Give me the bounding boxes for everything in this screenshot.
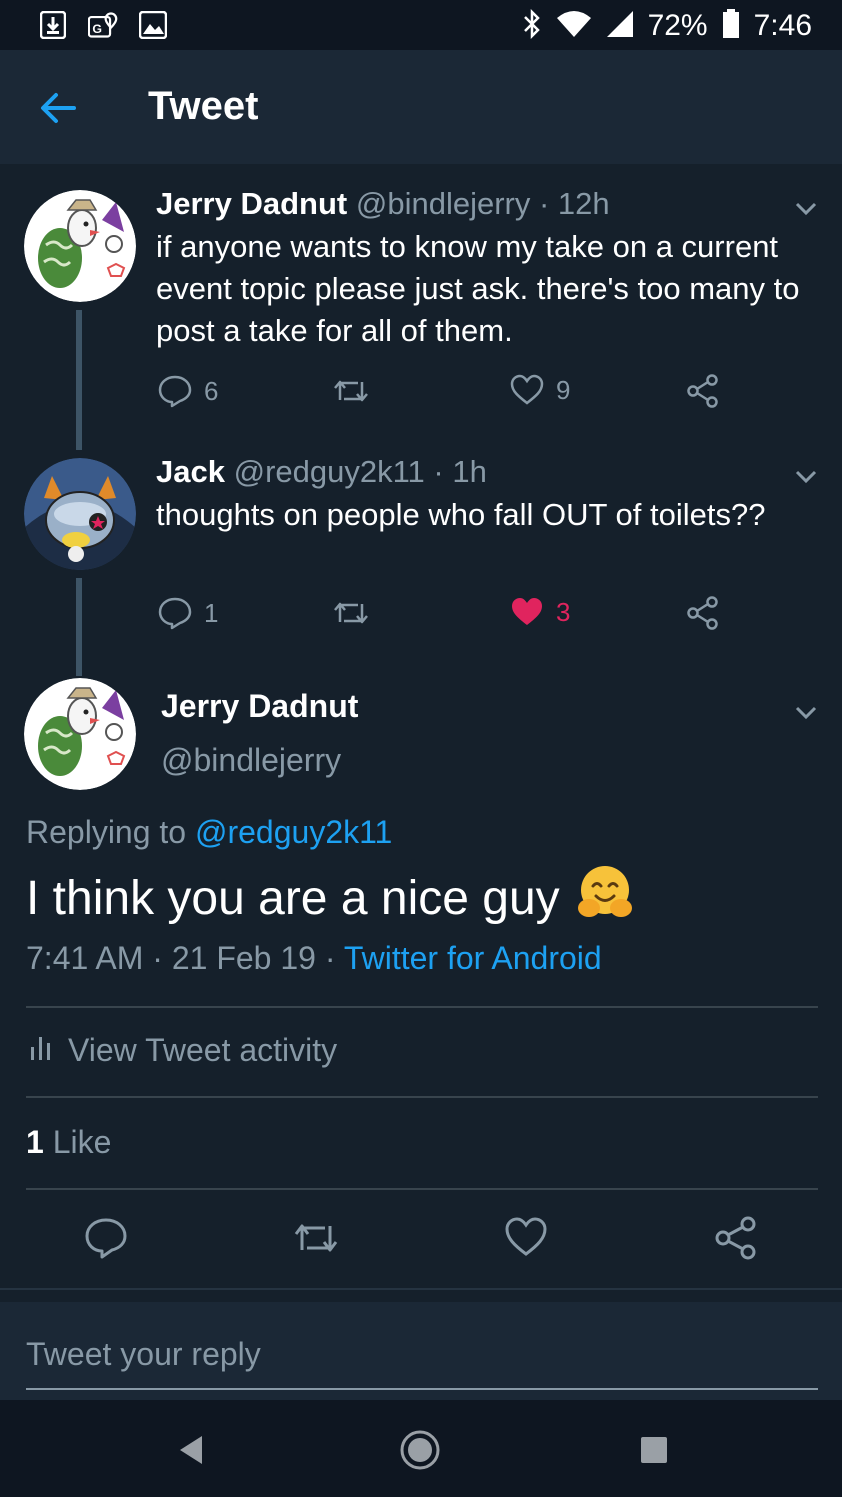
share-icon <box>686 374 720 408</box>
bar-chart-icon <box>30 1032 52 1069</box>
likes-label: Like <box>52 1124 112 1160</box>
separator-dot: · <box>433 454 444 489</box>
author-name[interactable]: Jack <box>156 454 225 489</box>
like-count: 3 <box>556 596 571 627</box>
retweet-button[interactable] <box>332 374 370 408</box>
retweet-icon <box>332 596 370 630</box>
reply-count: 1 <box>204 597 219 628</box>
chevron-down-icon[interactable] <box>792 698 820 726</box>
maps-icon: G <box>88 10 118 40</box>
author-name[interactable]: Jerry Dadnut <box>161 688 358 725</box>
retweet-icon[interactable] <box>292 1216 338 1260</box>
reply-composer: Tweet your reply <box>0 1288 842 1402</box>
share-button[interactable] <box>686 596 720 630</box>
nav-back-icon[interactable] <box>172 1428 216 1472</box>
page-title: Tweet <box>148 84 259 128</box>
avatar[interactable] <box>24 190 136 302</box>
chevron-down-icon[interactable] <box>792 194 820 222</box>
svg-text:G: G <box>92 22 102 36</box>
like-count: 9 <box>556 374 571 405</box>
reply-count: 6 <box>204 375 219 406</box>
tweet-text: thoughts on people who fall OUT of toile… <box>156 497 766 532</box>
share-icon[interactable] <box>714 1216 758 1260</box>
signal-icon <box>606 10 634 43</box>
tweet-time: 12h <box>557 186 610 221</box>
replying-to: Replying to @redguy2k11 <box>26 814 392 851</box>
tweet-text: if anyone wants to know my take on a cur… <box>156 229 800 348</box>
heart-filled-icon <box>510 596 544 628</box>
reply-button[interactable]: 1 <box>158 596 218 630</box>
battery-icon <box>722 8 740 44</box>
divider <box>26 1096 818 1098</box>
share-button[interactable] <box>686 374 720 408</box>
author-handle[interactable]: @bindlejerry <box>161 742 341 779</box>
hugging-face-icon <box>576 864 634 932</box>
client-link[interactable]: Twitter for Android <box>344 940 602 976</box>
reply-icon[interactable] <box>84 1216 128 1260</box>
heart-icon <box>510 374 544 406</box>
separator-dot: · <box>324 940 336 976</box>
tweet-text: I think you are a nice guy <box>26 871 560 925</box>
status-bar: G 72% 7:46 <box>0 0 842 50</box>
back-arrow-icon[interactable] <box>36 86 80 130</box>
image-icon <box>138 10 168 40</box>
likes-summary[interactable]: 1 Like <box>26 1124 111 1161</box>
retweet-button[interactable] <box>332 596 370 630</box>
top-bar: Tweet <box>0 50 842 164</box>
bluetooth-icon <box>522 8 542 44</box>
thread-line <box>76 310 82 450</box>
thread-line <box>76 578 82 676</box>
chevron-down-icon[interactable] <box>792 462 820 490</box>
divider <box>26 1188 818 1190</box>
nav-recents-icon[interactable] <box>632 1428 676 1472</box>
tweet-text-row: I think you are a nice guy <box>26 864 634 932</box>
tweet-meta: 7:41 AM · 21 Feb 19 · Twitter for Androi… <box>26 940 602 977</box>
nav-home-icon[interactable] <box>398 1428 442 1472</box>
download-icon <box>38 10 68 40</box>
author-name[interactable]: Jerry Dadnut <box>156 186 347 221</box>
replying-label: Replying to <box>26 814 187 850</box>
tweet-date: 21 Feb 19 <box>171 940 316 976</box>
reply-icon <box>158 596 192 630</box>
activity-label: View Tweet activity <box>68 1032 338 1068</box>
tweet-time: 1h <box>452 454 487 489</box>
battery-percent: 72% <box>647 9 708 42</box>
heart-icon[interactable] <box>504 1216 548 1260</box>
author-handle[interactable]: @redguy2k11 <box>234 454 425 489</box>
system-nav-bar <box>0 1400 842 1497</box>
tweet-header: Jack @redguy2k11 · 1h <box>156 454 487 490</box>
wifi-icon <box>556 10 592 43</box>
tweet-header: Jerry Dadnut @bindlejerry · 12h <box>156 186 610 222</box>
reply-input[interactable]: Tweet your reply <box>26 1336 261 1373</box>
reply-box[interactable]: Tweet your reply <box>0 1302 842 1402</box>
divider <box>26 1006 818 1008</box>
likes-count: 1 <box>26 1124 44 1160</box>
reply-underline <box>26 1388 818 1390</box>
reply-button[interactable]: 6 <box>158 374 218 408</box>
like-button[interactable]: 9 <box>510 374 570 406</box>
view-activity-button[interactable]: View Tweet activity <box>30 1032 337 1069</box>
share-icon <box>686 596 720 630</box>
avatar[interactable] <box>24 458 136 570</box>
author-handle[interactable]: @bindlejerry <box>356 186 530 221</box>
retweet-icon <box>332 374 370 408</box>
reply-icon <box>158 374 192 408</box>
separator-dot: · <box>538 186 550 221</box>
clock: 7:46 <box>753 9 812 42</box>
separator-dot: · <box>152 940 163 976</box>
replying-to-link[interactable]: @redguy2k11 <box>195 814 392 850</box>
tweet-timestamp: 7:41 AM <box>26 940 144 976</box>
avatar[interactable] <box>24 678 136 790</box>
like-button[interactable]: 3 <box>510 596 570 628</box>
